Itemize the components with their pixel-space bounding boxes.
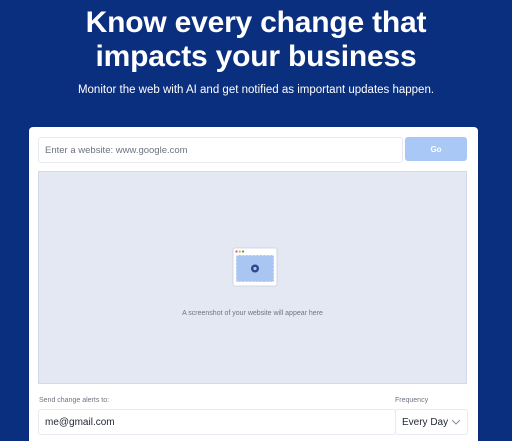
- frequency-value: Every Day: [402, 417, 449, 428]
- screenshot-preview-area: A screenshot of your website will appear…: [38, 171, 467, 384]
- alerts-label: Send change alerts to:: [39, 397, 110, 404]
- page: Know every change that impacts your busi…: [0, 0, 512, 441]
- frequency-label: Frequency: [395, 397, 429, 404]
- chevron-down-icon: [451, 419, 461, 425]
- headline-line-1: Know every change that: [85, 6, 427, 39]
- go-button[interactable]: Go: [405, 137, 467, 161]
- headline-line-2: impacts your business: [95, 40, 417, 73]
- monitor-form-card: Go A screenshot of your website will app…: [29, 127, 478, 441]
- website-url-input[interactable]: [38, 137, 403, 163]
- frequency-select[interactable]: Every Day: [395, 409, 468, 435]
- email-field[interactable]: [38, 409, 396, 435]
- browser-screenshot-icon: [232, 247, 278, 287]
- preview-caption: A screenshot of your website will appear…: [182, 310, 323, 317]
- page-title: Know every change that impacts your busi…: [0, 6, 512, 74]
- subheadline: Monitor the web with AI and get notified…: [77, 84, 435, 96]
